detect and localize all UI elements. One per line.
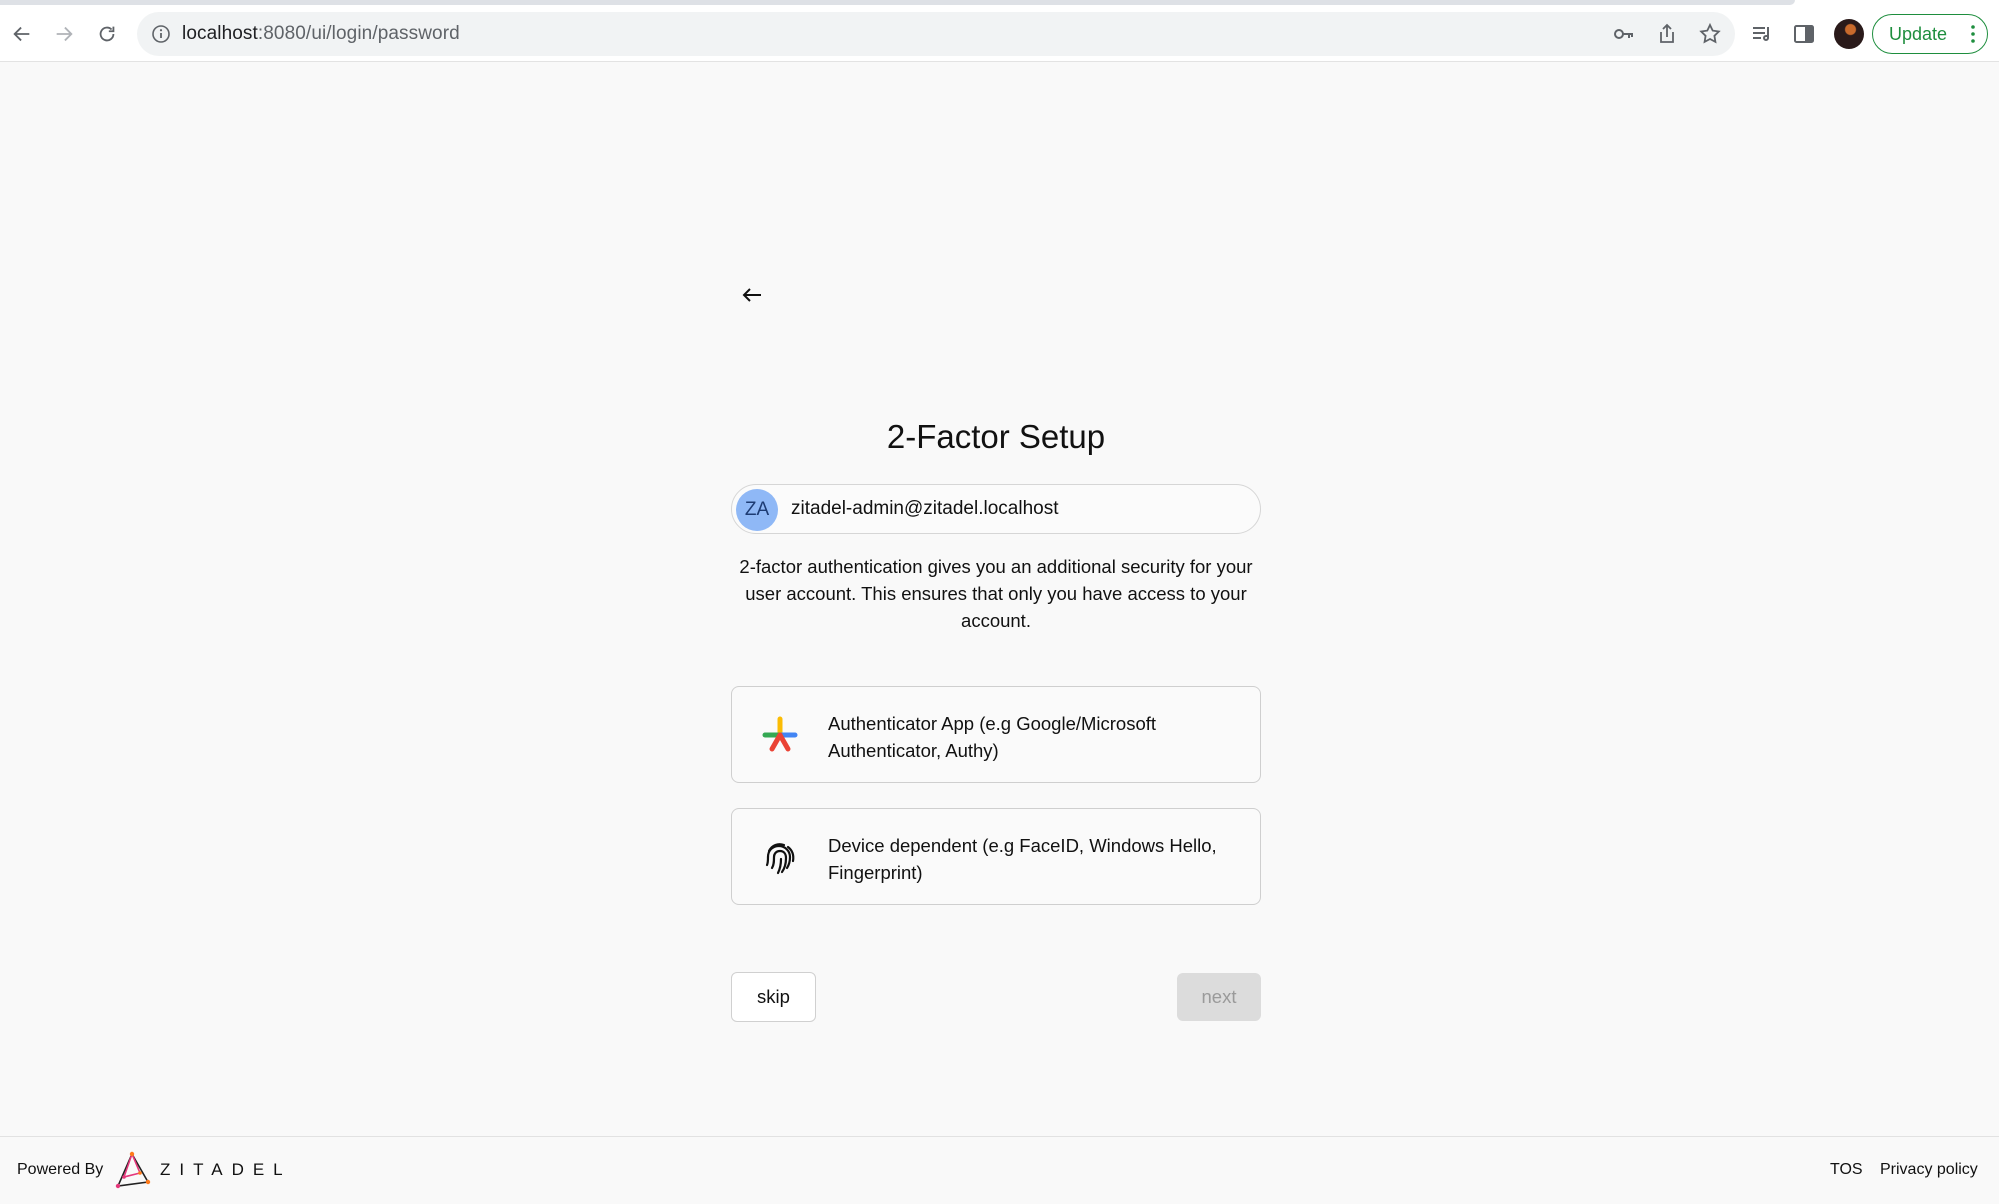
option-label: Authenticator App (e.g Google/Microsoft … [828, 713, 1157, 761]
powered-by-label: Powered By [17, 1161, 104, 1178]
skip-button[interactable]: skip [731, 972, 816, 1022]
reading-list-icon[interactable] [1750, 22, 1774, 46]
url-host: localhost [182, 23, 258, 44]
description-text: 2-factor authentication gives you an add… [739, 556, 1253, 631]
fingerprint-icon [765, 843, 795, 875]
info-icon[interactable] [151, 24, 171, 44]
arrow-left-icon [742, 288, 761, 302]
privacy-policy-link[interactable]: Privacy policy [1880, 1161, 1978, 1179]
authenticator-asterisk-icon [762, 716, 798, 752]
page-title: 2-Factor Setup [886, 418, 1106, 455]
user-selector[interactable]: ZA zitadel-admin@zitadel.localhost [731, 484, 1261, 534]
back-button[interactable] [4, 16, 40, 52]
arrow-left-icon [13, 26, 30, 42]
star-icon[interactable] [1698, 22, 1722, 46]
profile-avatar[interactable] [1834, 19, 1864, 49]
zitadel-logo-icon [115, 1151, 151, 1189]
reload-button[interactable] [89, 16, 125, 52]
next-button[interactable]: next [1177, 973, 1261, 1021]
option-authenticator-app[interactable]: Authenticator App (e.g Google/Microsoft … [731, 686, 1261, 783]
back-link[interactable] [738, 281, 766, 309]
reload-icon [99, 26, 115, 42]
arrow-right-icon [56, 26, 73, 42]
update-button[interactable]: Update [1872, 14, 1988, 54]
url-text: localhost:8080/ui/login/password [182, 23, 460, 45]
user-email: zitadel-admin@zitadel.localhost [791, 498, 1059, 519]
option-label: Device dependent (e.g FaceID, Windows He… [828, 835, 1217, 883]
footer: Powered By ZITADEL TOS Privacy policy [0, 1136, 1999, 1204]
option-device-dependent[interactable]: Device dependent (e.g FaceID, Windows He… [731, 808, 1261, 905]
zitadel-wordmark: ZITADEL [160, 1160, 292, 1179]
tos-link[interactable]: TOS [1830, 1161, 1863, 1179]
more-vertical-icon [1971, 25, 1975, 43]
update-label: Update [1889, 23, 1948, 44]
key-icon[interactable] [1612, 22, 1636, 46]
user-avatar: ZA [736, 489, 778, 531]
side-panel-icon[interactable] [1792, 22, 1816, 46]
url-path: :8080/ui/login/password [257, 23, 460, 44]
active-tab[interactable] [0, 0, 1795, 5]
share-icon[interactable] [1655, 22, 1679, 46]
address-bar[interactable]: localhost:8080/ui/login/password [137, 12, 1735, 56]
browser-toolbar: localhost:8080/ui/login/password Update [0, 6, 1999, 62]
forward-button[interactable] [46, 16, 82, 52]
